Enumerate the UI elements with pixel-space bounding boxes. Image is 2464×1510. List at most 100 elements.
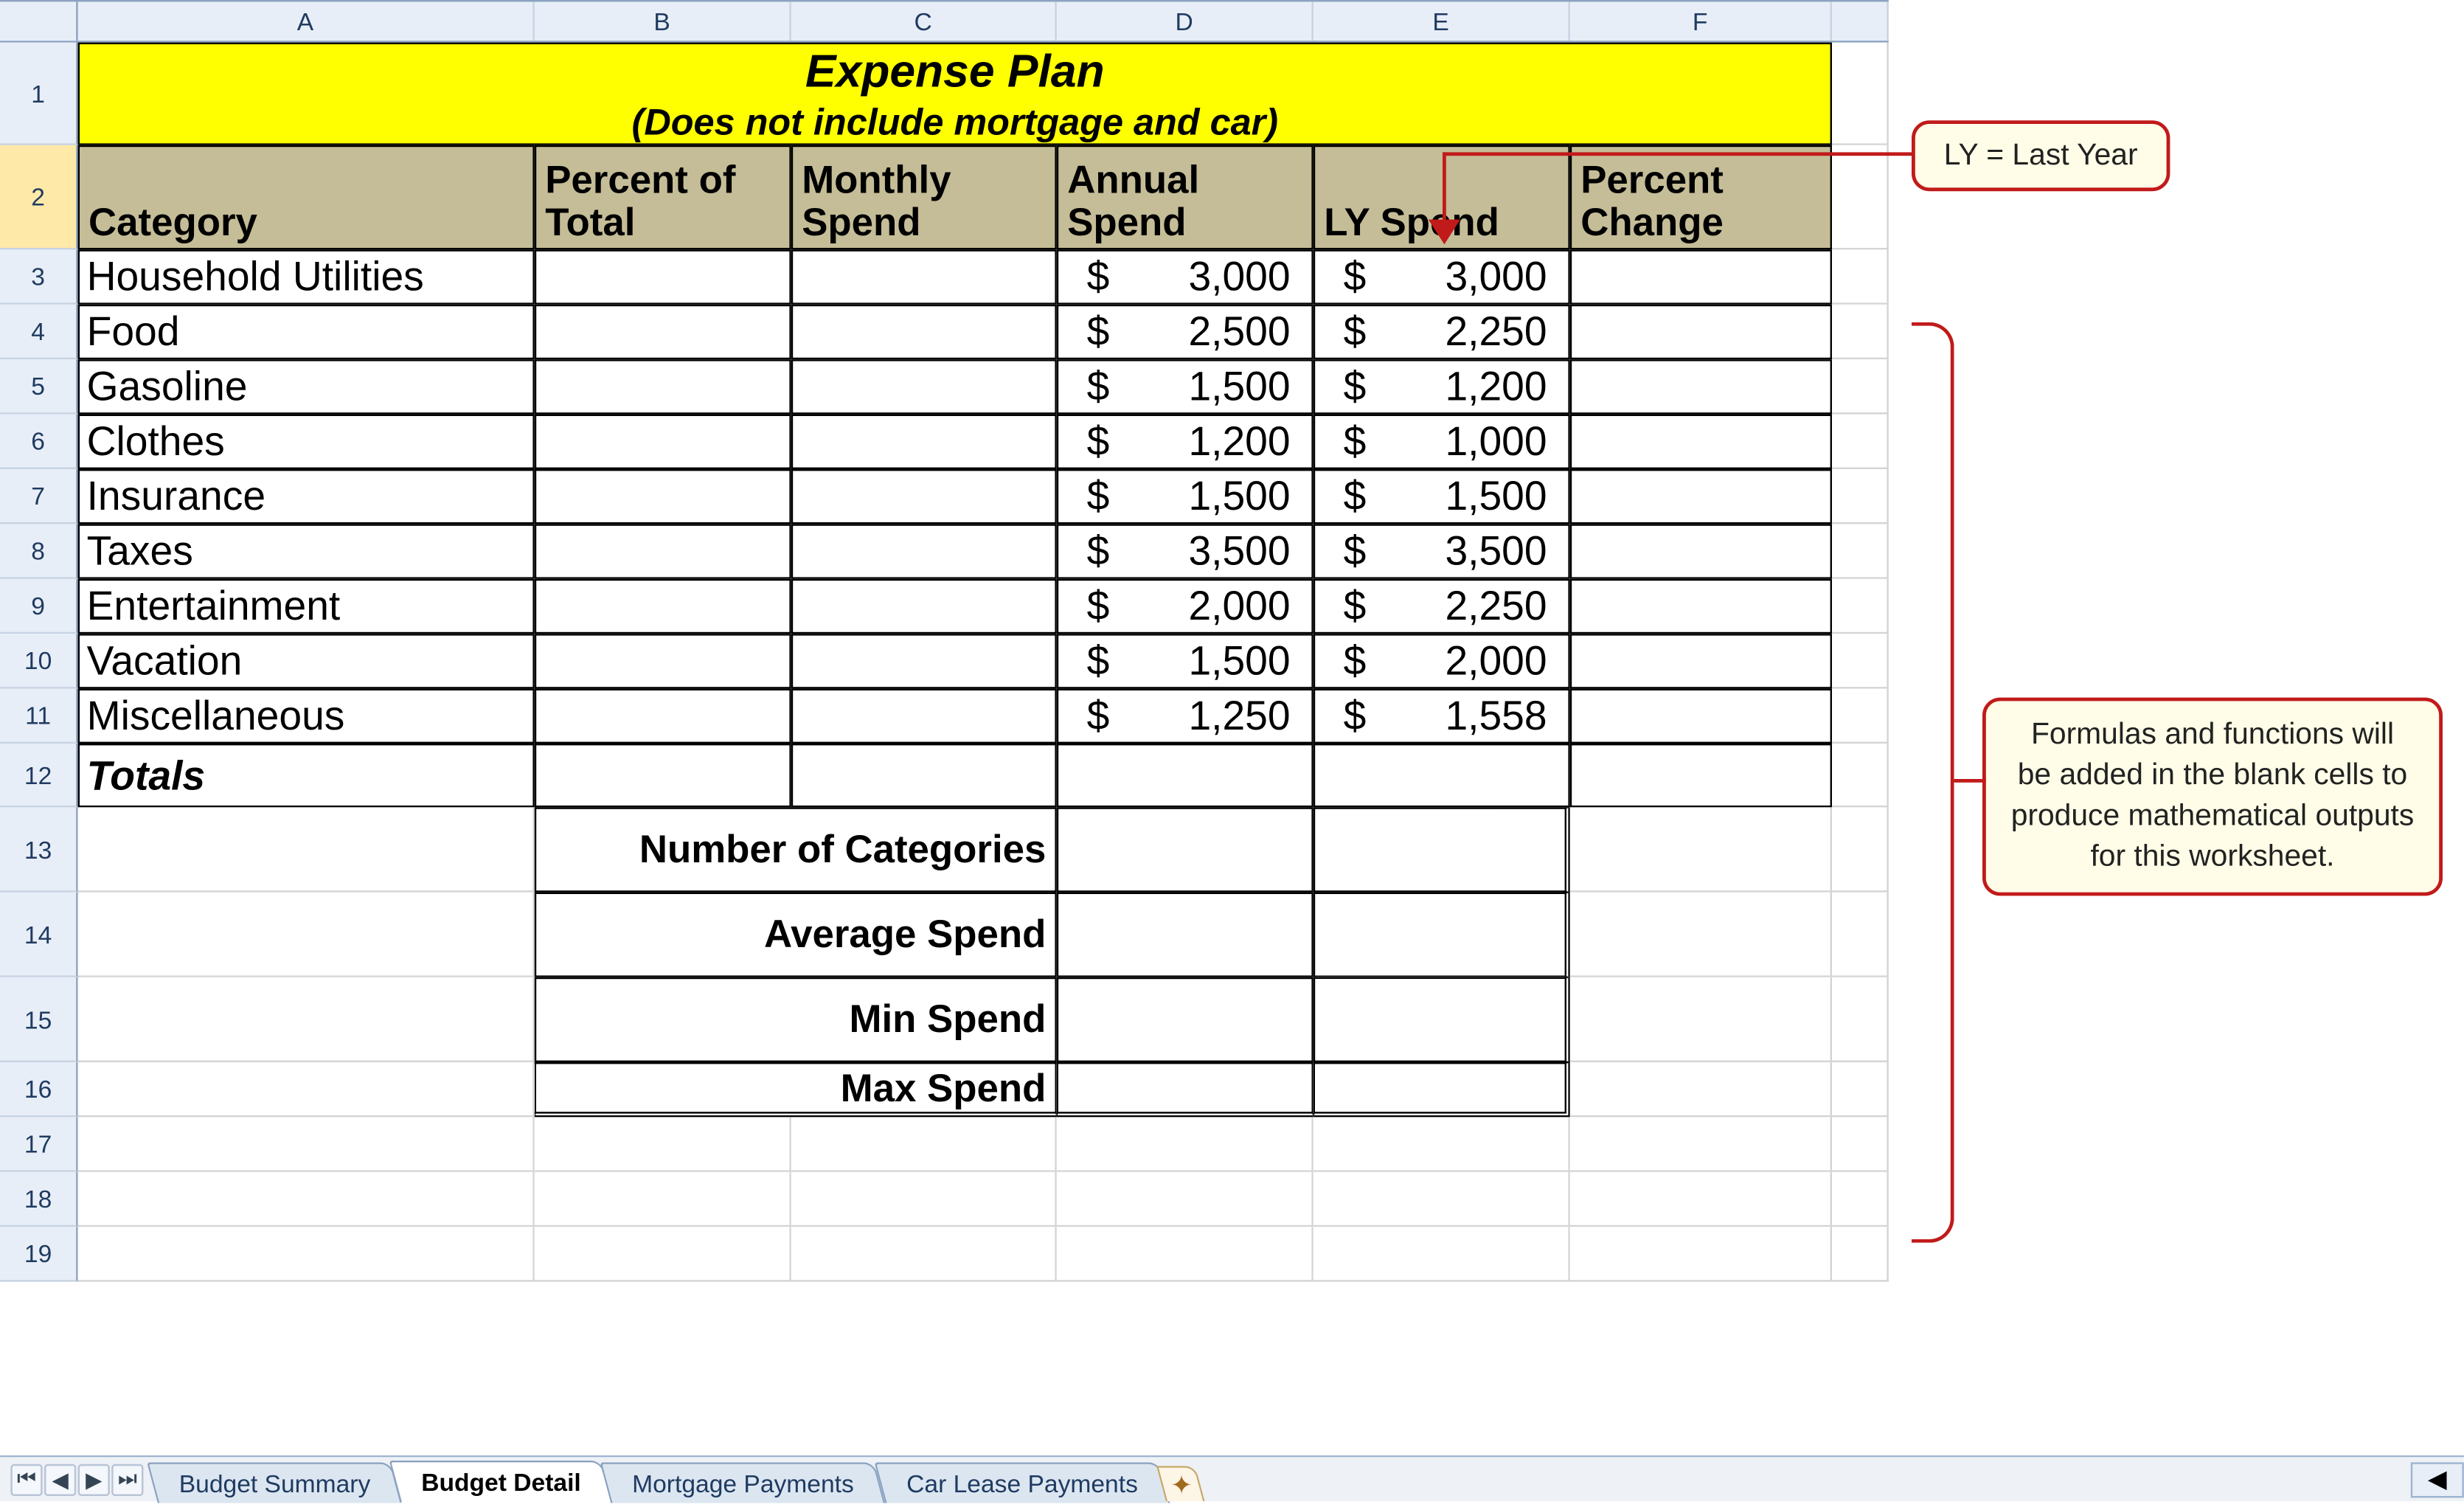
tab-nav-next[interactable]: ▶ xyxy=(78,1464,110,1495)
cell-ly-4[interactable]: $2,250 xyxy=(1313,305,1570,359)
row-header-19[interactable]: 19 xyxy=(0,1227,78,1281)
cell-monthly-11[interactable] xyxy=(791,689,1057,744)
cell-pct-8[interactable] xyxy=(535,524,791,578)
cell-G3[interactable] xyxy=(1832,249,1889,304)
cell-G14[interactable] xyxy=(1832,893,1889,977)
col-header-G[interactable] xyxy=(1832,1,1889,41)
cell-annual-5[interactable]: $1,500 xyxy=(1057,359,1313,414)
stat-num-categories-annual[interactable] xyxy=(1057,807,1313,892)
row-header-12[interactable]: 12 xyxy=(0,744,78,807)
stat-min-ly[interactable] xyxy=(1313,977,1570,1062)
title-cell[interactable]: Expense Plan (Does not include mortgage … xyxy=(78,43,1832,145)
tab-budget-summary[interactable]: Budget Summary xyxy=(147,1462,402,1503)
row-header-4[interactable]: 4 xyxy=(0,305,78,359)
row-header-11[interactable]: 11 xyxy=(0,689,78,744)
cell-pct-9[interactable] xyxy=(535,579,791,634)
totals-annual[interactable] xyxy=(1057,744,1313,807)
cell-category-11[interactable]: Miscellaneous xyxy=(78,689,535,744)
cell-category-9[interactable]: Entertainment xyxy=(78,579,535,634)
tab-car-lease-payments[interactable]: Car Lease Payments xyxy=(874,1462,1170,1503)
row-header-10[interactable]: 10 xyxy=(0,634,78,688)
cell-B18[interactable] xyxy=(535,1172,791,1227)
cell-ly-7[interactable]: $1,500 xyxy=(1313,469,1570,524)
cell-pct-7[interactable] xyxy=(535,469,791,524)
cell-ly-6[interactable]: $1,000 xyxy=(1313,415,1570,469)
totals-monthly[interactable] xyxy=(791,744,1057,807)
cell-monthly-5[interactable] xyxy=(791,359,1057,414)
header-percent-total[interactable]: Percent of Total xyxy=(535,145,791,250)
header-percent-change[interactable]: Percent Change xyxy=(1570,145,1832,250)
row-header-1[interactable]: 1 xyxy=(0,43,78,145)
cell-change-9[interactable] xyxy=(1570,579,1832,634)
cell-annual-10[interactable]: $1,500 xyxy=(1057,634,1313,688)
col-header-E[interactable]: E xyxy=(1313,1,1570,41)
totals-ly[interactable] xyxy=(1313,744,1570,807)
cell-D18[interactable] xyxy=(1057,1172,1313,1227)
cell-monthly-8[interactable] xyxy=(791,524,1057,578)
cell-monthly-9[interactable] xyxy=(791,579,1057,634)
cell-monthly-3[interactable] xyxy=(791,249,1057,304)
cell-G18[interactable] xyxy=(1832,1172,1889,1227)
row-header-16[interactable]: 16 xyxy=(0,1062,78,1117)
col-header-B[interactable]: B xyxy=(535,1,791,41)
cell-monthly-4[interactable] xyxy=(791,305,1057,359)
tab-nav-first[interactable]: ⏮ xyxy=(10,1464,42,1495)
cell-category-5[interactable]: Gasoline xyxy=(78,359,535,414)
cell-category-3[interactable]: Household Utilities xyxy=(78,249,535,304)
totals-pct[interactable] xyxy=(535,744,791,807)
cell-G11[interactable] xyxy=(1832,689,1889,744)
cell-category-4[interactable]: Food xyxy=(78,305,535,359)
cell-pct-11[interactable] xyxy=(535,689,791,744)
row-header-8[interactable]: 8 xyxy=(0,524,78,578)
cell-E19[interactable] xyxy=(1313,1227,1570,1281)
cell-C19[interactable] xyxy=(791,1227,1057,1281)
cell-annual-7[interactable]: $1,500 xyxy=(1057,469,1313,524)
row-header-6[interactable]: 6 xyxy=(0,415,78,469)
cell-annual-9[interactable]: $2,000 xyxy=(1057,579,1313,634)
cell-G13[interactable] xyxy=(1832,807,1889,892)
stat-avg-label[interactable]: Average Spend xyxy=(535,893,1057,977)
cell-category-10[interactable]: Vacation xyxy=(78,634,535,688)
stat-max-annual[interactable] xyxy=(1057,1062,1313,1117)
cell-change-7[interactable] xyxy=(1570,469,1832,524)
cell-G1[interactable] xyxy=(1832,43,1889,145)
stat-min-label[interactable]: Min Spend xyxy=(535,977,1057,1062)
cell-G9[interactable] xyxy=(1832,579,1889,634)
cell-F14[interactable] xyxy=(1570,893,1832,977)
stat-avg-ly[interactable] xyxy=(1313,893,1570,977)
cell-monthly-7[interactable] xyxy=(791,469,1057,524)
tab-nav-prev[interactable]: ◀ xyxy=(44,1464,76,1495)
cell-change-3[interactable] xyxy=(1570,249,1832,304)
row-header-17[interactable]: 17 xyxy=(0,1117,78,1171)
cell-A17[interactable] xyxy=(78,1117,535,1171)
cell-change-11[interactable] xyxy=(1570,689,1832,744)
cell-change-10[interactable] xyxy=(1570,634,1832,688)
cell-A16[interactable] xyxy=(78,1062,535,1117)
cell-F19[interactable] xyxy=(1570,1227,1832,1281)
col-header-C[interactable]: C xyxy=(791,1,1057,41)
col-header-A[interactable]: A xyxy=(78,1,535,41)
col-header-D[interactable]: D xyxy=(1057,1,1313,41)
cell-G7[interactable] xyxy=(1832,469,1889,524)
stat-avg-annual[interactable] xyxy=(1057,893,1313,977)
row-header-14[interactable]: 14 xyxy=(0,893,78,977)
cell-F13[interactable] xyxy=(1570,807,1832,892)
stat-max-label[interactable]: Max Spend xyxy=(535,1062,1057,1117)
cell-pct-3[interactable] xyxy=(535,249,791,304)
cell-category-8[interactable]: Taxes xyxy=(78,524,535,578)
cell-monthly-6[interactable] xyxy=(791,415,1057,469)
header-annual-spend[interactable]: Annual Spend xyxy=(1057,145,1313,250)
row-header-13[interactable]: 13 xyxy=(0,807,78,892)
cell-A13[interactable] xyxy=(78,807,535,892)
row-header-5[interactable]: 5 xyxy=(0,359,78,414)
select-all-corner[interactable] xyxy=(0,1,78,41)
cell-ly-10[interactable]: $2,000 xyxy=(1313,634,1570,688)
cell-E18[interactable] xyxy=(1313,1172,1570,1227)
col-header-F[interactable]: F xyxy=(1570,1,1832,41)
cell-annual-6[interactable]: $1,200 xyxy=(1057,415,1313,469)
row-header-15[interactable]: 15 xyxy=(0,977,78,1062)
cell-A14[interactable] xyxy=(78,893,535,977)
cell-pct-5[interactable] xyxy=(535,359,791,414)
cell-G17[interactable] xyxy=(1832,1117,1889,1171)
cell-F18[interactable] xyxy=(1570,1172,1832,1227)
